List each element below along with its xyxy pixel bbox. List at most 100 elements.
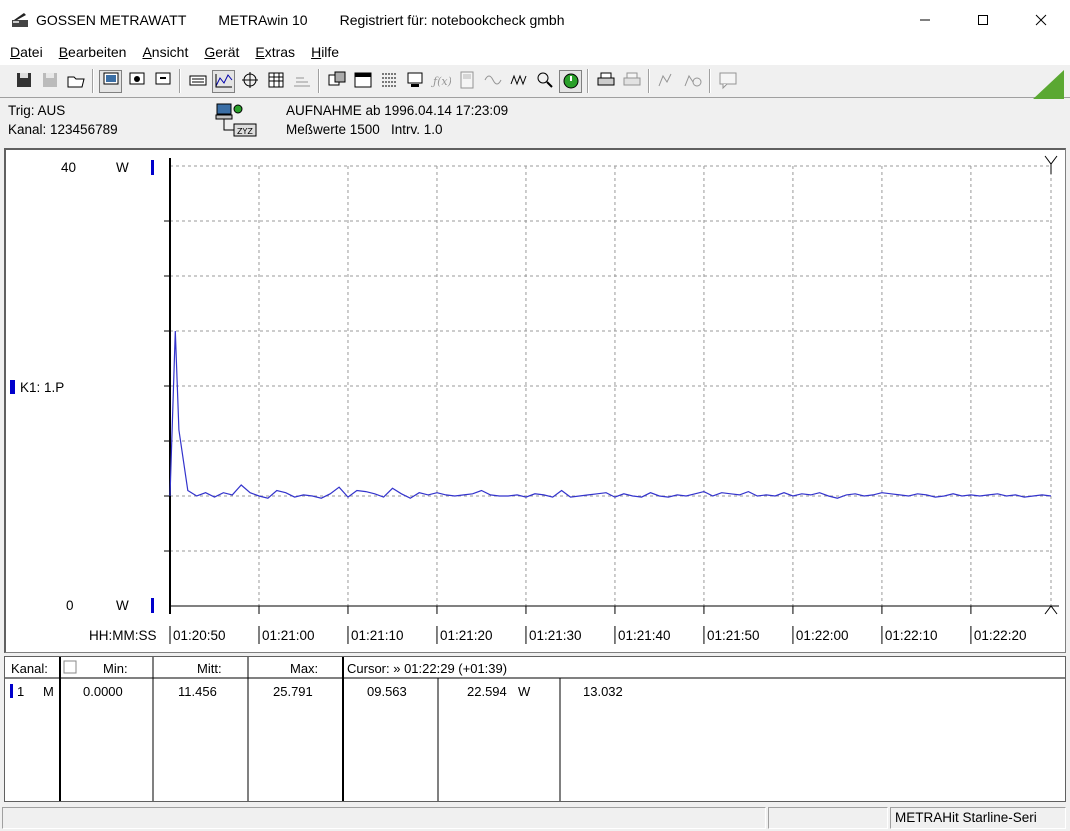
keyboard-button[interactable] [186, 70, 209, 93]
window-company: GOSSEN METRAWATT [36, 12, 187, 28]
menu-label: nsicht [151, 44, 189, 60]
window-list-button[interactable] [351, 70, 374, 93]
function-button[interactable]: ƒ(x) [429, 70, 452, 93]
select-all-checkbox[interactable] [63, 660, 77, 674]
toolbar-separator [587, 69, 589, 93]
row-mode: M [43, 684, 54, 699]
row-cursor-value-1: 09.563 [367, 684, 407, 699]
save-icon [14, 70, 34, 93]
menu-label: earbeiten [68, 44, 127, 60]
menu-accelerator: E [255, 44, 265, 60]
window-app-name: METRAwin 10 [218, 12, 308, 28]
wave2-icon [509, 70, 529, 93]
channel-marker [10, 380, 15, 394]
menu-bearbeiten[interactable]: Bearbeiten [51, 44, 135, 60]
chart-panel[interactable]: 01:20:50 01:21:00 01:21:10 01:21:20 01:21:30… [4, 148, 1066, 653]
minimize-button[interactable] [896, 0, 954, 40]
x-tick-label: 01:22:10 [885, 628, 938, 643]
open-folder-button[interactable] [64, 70, 87, 93]
device-icon [457, 70, 477, 93]
statistics-table: Kanal: Min: Mitt: Max: Cursor: » 01:22:2… [4, 656, 1066, 802]
menu-accelerator: A [142, 44, 152, 60]
save-disabled-icon [40, 70, 60, 93]
zoom-settings-icon [535, 70, 555, 93]
table-button[interactable] [264, 70, 287, 93]
x-tick-label: 01:21:30 [529, 628, 582, 643]
print-icon [596, 70, 616, 93]
list-graph-icon [292, 70, 312, 93]
status-cell-1 [2, 807, 766, 829]
y-bottom-marker [151, 598, 154, 613]
monitor-settings-button[interactable] [125, 70, 148, 93]
monitor-settings-icon [127, 70, 147, 93]
header-kanal: Kanal: [11, 661, 48, 676]
wave-icon [483, 70, 503, 93]
menu-hilfe[interactable]: Hilfe [303, 44, 347, 60]
menu-bar: Datei Bearbeiten Ansicht Gerät Extras Hilfe [0, 40, 1070, 64]
zoom-settings-button[interactable] [533, 70, 556, 93]
header-cursor: Cursor: » 01:22:29 (+01:39) [347, 661, 508, 676]
channel-status: Kanal: 123456789 [8, 122, 118, 137]
stopwatch-button[interactable] [559, 69, 582, 93]
toolbar-separator [318, 69, 320, 93]
power-chart[interactable]: 01:20:50 01:21:00 01:21:10 01:21:20 01:21:30… [6, 150, 1066, 653]
crosshair-icon [240, 70, 260, 93]
menu-accelerator: H [311, 44, 322, 60]
copy-window-button[interactable] [325, 70, 348, 93]
menu-gerät[interactable]: Gerät [196, 44, 247, 60]
channel-color-marker [10, 684, 13, 698]
header-min: Min: [103, 661, 128, 676]
data-list-button[interactable] [377, 70, 400, 93]
cursor-top-icon[interactable] [1044, 155, 1058, 174]
wave2-button[interactable] [507, 70, 530, 93]
window-registration: Registriert für: notebookcheck gmbh [339, 12, 565, 28]
menu-label: xtras [264, 44, 296, 60]
list-graph-button[interactable] [290, 70, 313, 93]
save-disabled-button[interactable] [38, 70, 61, 93]
row-cursor-value-3: 13.032 [583, 684, 623, 699]
comment-button[interactable] [716, 70, 739, 93]
recording-start: AUFNAHME ab 1996.04.14 17:23:09 [286, 103, 509, 118]
row-mitt: 11.456 [178, 684, 217, 699]
menu-ansicht[interactable]: Ansicht [134, 44, 196, 60]
header-max: Max: [290, 661, 319, 676]
monitor-arrow-icon [153, 70, 173, 93]
graph-mode-icon [214, 70, 234, 93]
graph-mode-button[interactable] [212, 69, 235, 93]
measure-zoom-icon [683, 70, 703, 93]
comment-icon [718, 70, 738, 93]
cursor-bottom-icon[interactable] [1044, 605, 1058, 615]
computer-button[interactable] [403, 70, 426, 93]
monitor-button[interactable] [99, 69, 122, 93]
menu-accelerator: B [58, 44, 69, 60]
crosshair-button[interactable] [238, 70, 261, 93]
status-cell-2 [768, 807, 888, 829]
y-unit-top: W [116, 160, 129, 175]
row-channel: 1 [17, 684, 25, 699]
toolbar: ƒ(x) [0, 64, 1070, 100]
print-button[interactable] [594, 70, 617, 93]
menu-label: atei [20, 44, 43, 60]
menu-datei[interactable]: Datei [2, 44, 51, 60]
wave-button[interactable] [481, 70, 504, 93]
close-button[interactable] [1012, 0, 1070, 40]
maximize-button[interactable] [954, 0, 1012, 40]
network-computer-icon: ZYZ [214, 102, 260, 143]
monitor-arrow-button[interactable] [151, 70, 174, 93]
measure-button[interactable] [655, 70, 678, 93]
x-tick-label: 01:21:00 [262, 628, 315, 643]
measure-zoom-button[interactable] [681, 70, 704, 93]
menu-extras[interactable]: Extras [247, 44, 303, 60]
print-preview-button[interactable] [620, 70, 643, 93]
channel-label: K1: 1.P [20, 380, 64, 395]
resize-corner-icon [1032, 70, 1064, 100]
x-tick-label: 01:20:50 [173, 628, 226, 643]
device-button[interactable] [455, 70, 478, 93]
x-tick-label: 01:21:10 [351, 628, 404, 643]
measure-icon [657, 70, 677, 93]
y-min-label: 0 [66, 598, 74, 613]
data-list-icon [379, 70, 399, 93]
info-bar: Trig: AUS Kanal: 123456789 ZYZ AUFNAHME … [0, 99, 1070, 144]
x-tick-label: 01:22:20 [974, 628, 1027, 643]
save-button[interactable] [12, 70, 35, 93]
